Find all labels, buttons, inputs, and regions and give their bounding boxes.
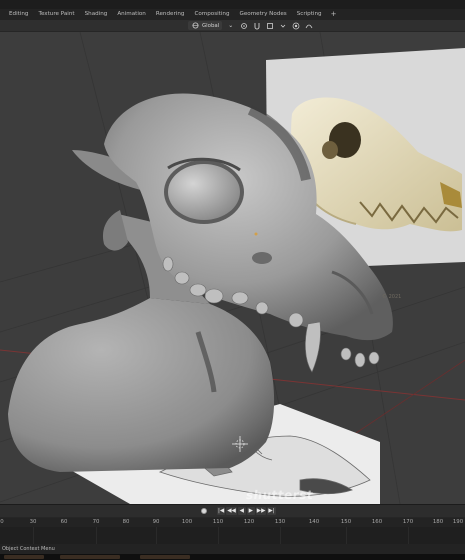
workspace-tabs: Editing Texture Paint Shading Animation … xyxy=(0,9,465,20)
proportional-editing-icon[interactable] xyxy=(291,21,300,30)
taskbar-item[interactable] xyxy=(140,555,190,559)
3d-viewport[interactable]: © 2021 shutterst xyxy=(0,32,465,504)
frame-tick: 0 xyxy=(0,519,4,525)
tab-animation[interactable]: Animation xyxy=(112,9,151,20)
jump-to-end-button[interactable]: ▶| xyxy=(267,507,276,515)
viewport-header: Global ⌄ xyxy=(0,20,465,32)
frame-tick: 60 xyxy=(60,519,68,525)
frame-gridline xyxy=(156,527,157,545)
frame-tick: 160 xyxy=(371,519,383,525)
keyframe-area[interactable] xyxy=(0,527,465,545)
reference-credit-text: © 2021 xyxy=(382,294,402,300)
falloff-icon[interactable] xyxy=(304,21,313,30)
frame-tick: 100 xyxy=(181,519,193,525)
chevron-down-icon[interactable]: ⌄ xyxy=(226,21,235,30)
status-bar: Object Context Menu xyxy=(0,544,465,554)
frame-gridline xyxy=(346,527,347,545)
play-reverse-button[interactable]: ◀ xyxy=(237,507,246,515)
frame-ruler[interactable]: 0 30 60 70 80 90 100 110 120 130 140 150… xyxy=(0,518,465,527)
frame-tick: 70 xyxy=(92,519,100,525)
watermark-text: shutterst xyxy=(245,488,315,502)
tab-rendering[interactable]: Rendering xyxy=(151,9,190,20)
sculpt-nostril xyxy=(252,252,272,264)
frame-gridline xyxy=(280,527,281,545)
frame-tick: 130 xyxy=(274,519,286,525)
sculpt-eye xyxy=(168,164,240,220)
tab-compositing[interactable]: Compositing xyxy=(189,9,234,20)
tab-texture-paint[interactable]: Texture Paint xyxy=(33,9,79,20)
frame-tick: 170 xyxy=(402,519,414,525)
title-strip xyxy=(0,0,465,9)
jump-to-previous-keyframe-button[interactable]: ◀◀ xyxy=(226,507,237,515)
transform-orientation-dropdown[interactable]: Global xyxy=(188,21,223,30)
playback-controls: |◀ ◀◀ ◀ ▶ ▶▶ ▶| xyxy=(0,505,465,517)
play-button[interactable]: ▶ xyxy=(246,507,255,515)
add-workspace-button[interactable]: + xyxy=(327,9,341,20)
frame-gridline xyxy=(218,527,219,545)
timeline-editor: |◀ ◀◀ ◀ ▶ ▶▶ ▶| 0 30 60 70 80 90 100 110… xyxy=(0,504,465,545)
jump-to-next-keyframe-button[interactable]: ▶▶ xyxy=(255,507,267,515)
pivot-point-icon[interactable] xyxy=(239,21,248,30)
snap-icon[interactable] xyxy=(252,21,261,30)
frame-tick: 120 xyxy=(243,519,255,525)
frame-tick: 150 xyxy=(340,519,352,525)
vertex-marker xyxy=(254,232,258,236)
orientation-label: Global xyxy=(202,22,220,29)
frame-tick: 140 xyxy=(308,519,320,525)
sculpt-bust-body[interactable] xyxy=(8,298,275,472)
orientation-icon xyxy=(191,21,200,30)
jump-to-start-button[interactable]: |◀ xyxy=(217,507,226,515)
frame-gridline xyxy=(408,527,409,545)
frame-tick: 110 xyxy=(212,519,224,525)
tab-scripting[interactable]: Scripting xyxy=(292,9,327,20)
keyframe-icon[interactable] xyxy=(201,508,207,514)
tab-editing[interactable]: Editing xyxy=(4,9,33,20)
frame-tick: 190 xyxy=(452,519,464,525)
frame-tick: 90 xyxy=(152,519,160,525)
frame-tick: 30 xyxy=(29,519,37,525)
frame-tick: 180 xyxy=(432,519,444,525)
tab-geometry-nodes[interactable]: Geometry Nodes xyxy=(235,9,292,20)
frame-gridline xyxy=(33,527,34,545)
viewport-scene xyxy=(0,32,465,504)
snap-target-icon[interactable] xyxy=(265,21,274,30)
taskbar-strip xyxy=(0,554,465,560)
taskbar-item[interactable] xyxy=(4,555,44,559)
frame-tick: 80 xyxy=(122,519,130,525)
frame-gridline xyxy=(96,527,97,545)
status-text: Object Context Menu xyxy=(2,546,55,552)
tab-shading[interactable]: Shading xyxy=(80,9,113,20)
taskbar-item[interactable] xyxy=(60,555,120,559)
chevron-down-icon[interactable] xyxy=(278,21,287,30)
